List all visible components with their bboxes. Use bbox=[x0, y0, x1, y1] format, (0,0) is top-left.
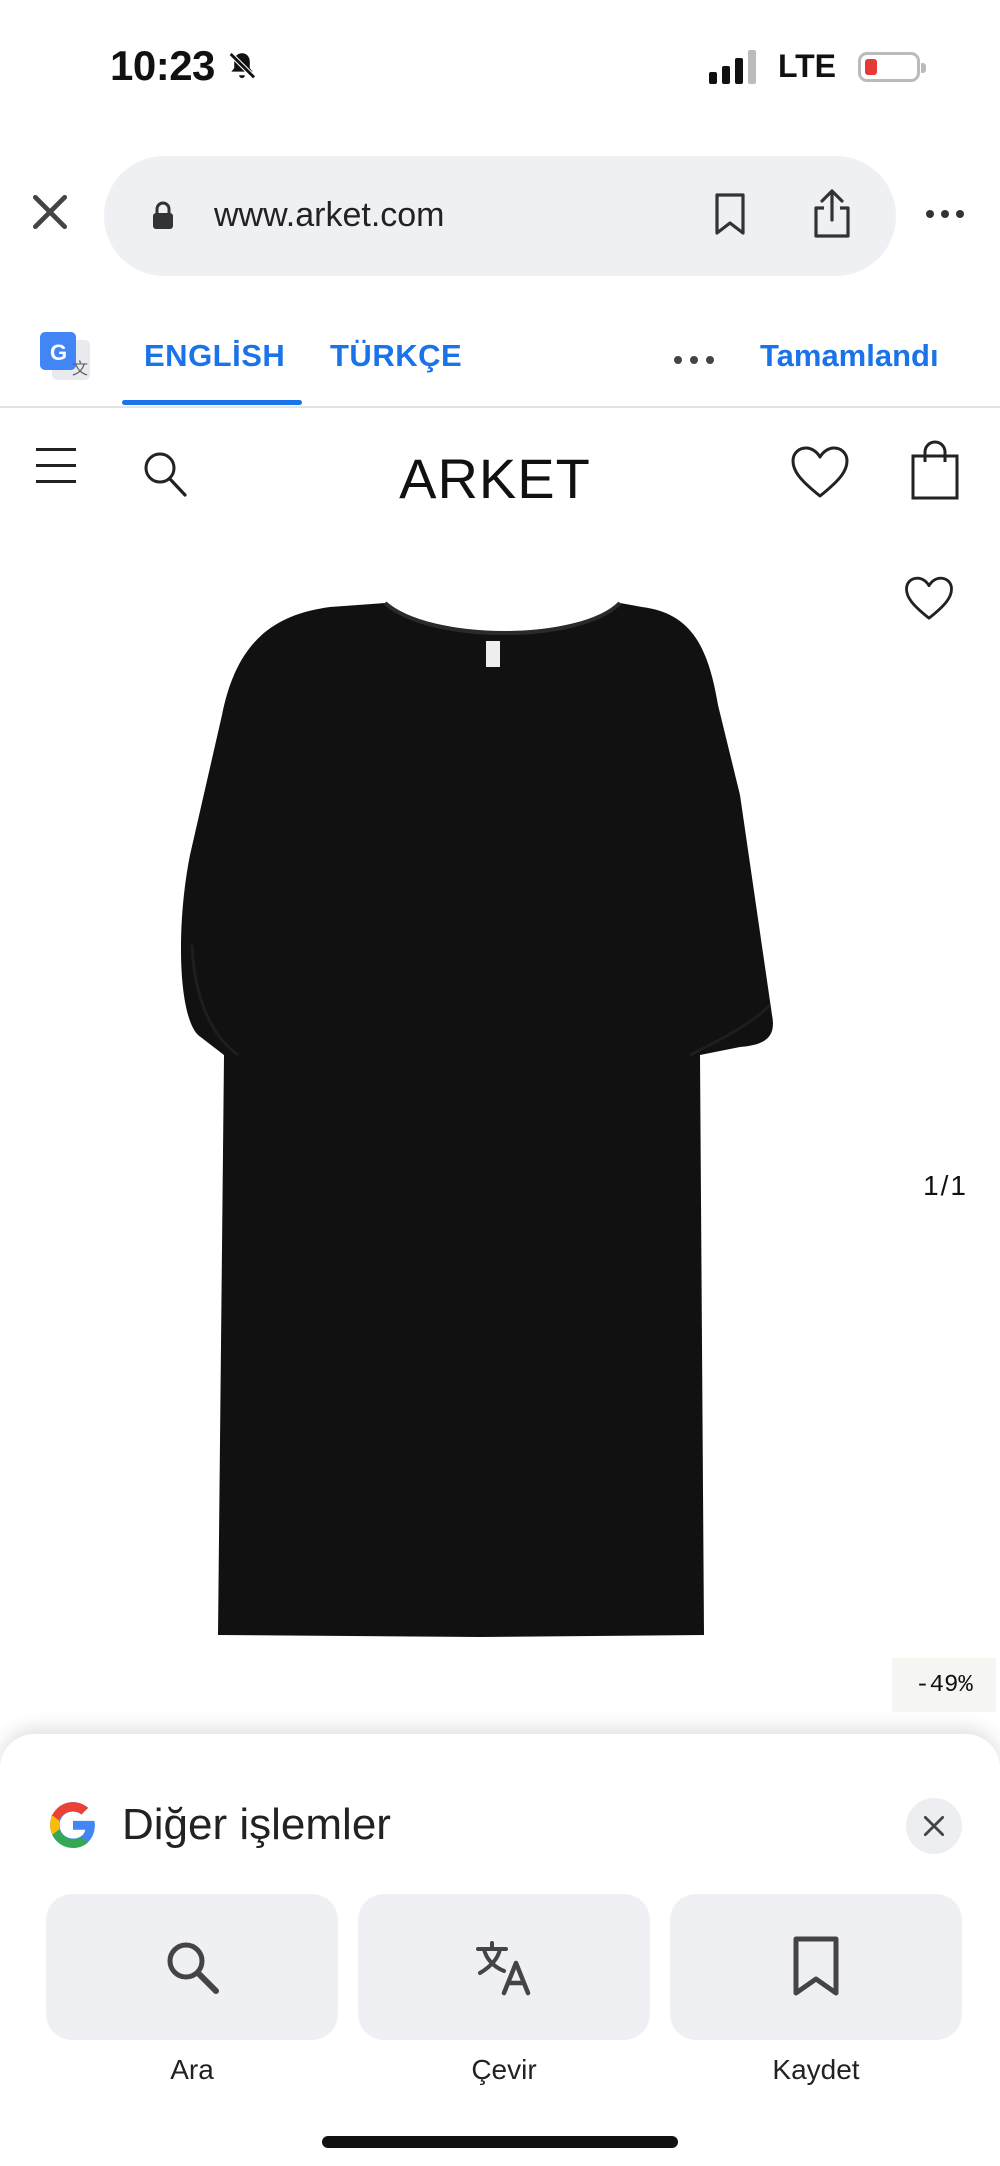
translate-done-button[interactable]: Tamamlandı bbox=[760, 338, 939, 374]
google-logo-icon bbox=[50, 1802, 95, 1848]
image-pager: 1/1 bbox=[923, 1170, 968, 1201]
discount-badge: -49% bbox=[892, 1658, 996, 1712]
tab-english[interactable]: ENGLİSH bbox=[144, 338, 285, 374]
save-action-button[interactable] bbox=[670, 1894, 962, 2040]
sheet-title: Diğer işlemler bbox=[122, 1800, 391, 1849]
status-time-text: 10:23 bbox=[110, 42, 215, 89]
tab-turkce[interactable]: TÜRKÇE bbox=[330, 338, 462, 374]
translate-more-icon[interactable] bbox=[674, 356, 714, 364]
share-icon[interactable] bbox=[810, 188, 854, 240]
save-action-label: Kaydet bbox=[772, 2054, 860, 2085]
bag-icon[interactable] bbox=[910, 440, 960, 500]
close-icon bbox=[923, 1815, 945, 1837]
search-action-label: Ara bbox=[170, 2054, 214, 2085]
search-icon bbox=[167, 1942, 219, 1994]
bookmark-icon[interactable] bbox=[712, 192, 748, 236]
battery-icon bbox=[858, 51, 926, 82]
bookmark-icon bbox=[793, 1936, 839, 1996]
home-indicator[interactable] bbox=[322, 2136, 678, 2148]
divider bbox=[0, 406, 1000, 408]
status-indicators: LTE bbox=[708, 48, 926, 85]
url-text[interactable]: www.arket.com bbox=[214, 196, 445, 235]
close-icon[interactable] bbox=[28, 190, 72, 234]
lock-icon bbox=[153, 201, 173, 229]
network-label: LTE bbox=[777, 48, 836, 84]
translate-action-label: Çevir bbox=[471, 2054, 537, 2085]
search-action-button[interactable] bbox=[46, 1894, 338, 2040]
status-time: 10:23 bbox=[110, 42, 259, 90]
bell-muted-icon bbox=[228, 52, 256, 80]
sheet-close-button[interactable] bbox=[906, 1798, 962, 1854]
heart-icon[interactable] bbox=[790, 446, 850, 500]
translate-action-button[interactable] bbox=[358, 1894, 650, 2040]
translate-icon bbox=[476, 1941, 531, 1996]
signal-icon bbox=[708, 49, 756, 84]
google-translate-icon[interactable]: G 文 bbox=[38, 330, 92, 384]
product-image[interactable] bbox=[180, 595, 820, 1645]
more-icon[interactable] bbox=[926, 210, 964, 218]
active-tab-indicator bbox=[122, 400, 302, 405]
favorite-icon[interactable] bbox=[904, 576, 954, 622]
svg-text:G: G bbox=[50, 340, 67, 365]
svg-text:文: 文 bbox=[72, 360, 88, 378]
